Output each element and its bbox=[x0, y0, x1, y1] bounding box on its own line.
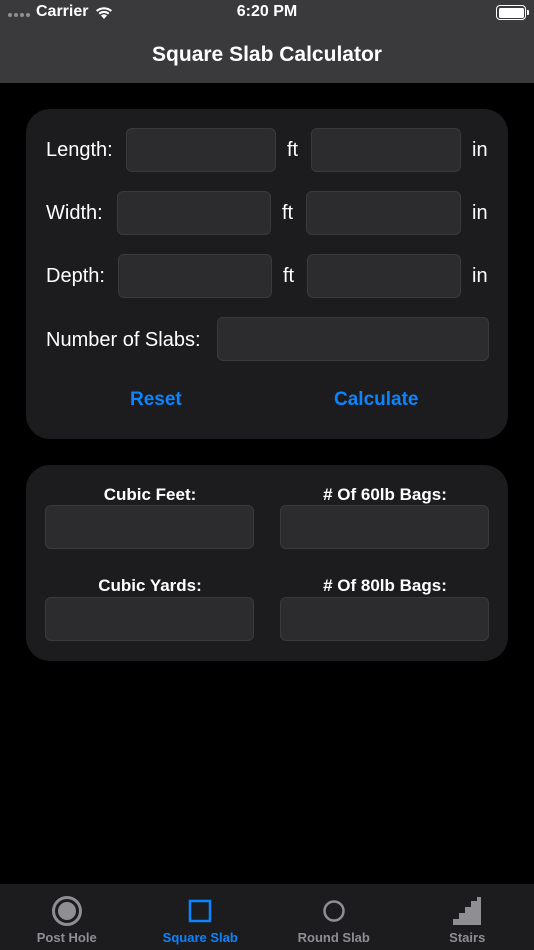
stairs-icon bbox=[451, 895, 483, 927]
depth-ft-unit: ft bbox=[283, 265, 295, 287]
length-ft-input[interactable] bbox=[126, 128, 276, 172]
depth-in-unit: in bbox=[472, 265, 488, 287]
width-label: Width: bbox=[46, 202, 103, 224]
length-ft-unit: ft bbox=[287, 139, 299, 161]
reset-button[interactable]: Reset bbox=[130, 388, 182, 412]
page-title: Square Slab Calculator bbox=[152, 42, 382, 66]
width-ft-input[interactable] bbox=[117, 191, 271, 235]
bags60-label: # Of 60lb Bags: bbox=[323, 485, 447, 504]
bags60-output bbox=[280, 505, 489, 549]
input-card: Length: ft in Width: ft in Depth: ft in … bbox=[26, 109, 508, 439]
depth-label: Depth: bbox=[46, 265, 105, 287]
slabs-label: Number of Slabs: bbox=[46, 329, 201, 351]
tab-stairs[interactable]: Stairs bbox=[401, 884, 534, 950]
status-bar: Carrier 6:20 PM bbox=[0, 0, 534, 26]
cubic-yards-label: Cubic Yards: bbox=[98, 576, 202, 595]
slabs-input[interactable] bbox=[217, 317, 489, 361]
depth-ft-input[interactable] bbox=[118, 254, 272, 298]
tab-round-slab-label: Round Slab bbox=[297, 930, 370, 945]
nav-bar: Square Slab Calculator bbox=[0, 26, 534, 83]
depth-in-input[interactable] bbox=[307, 254, 461, 298]
width-in-input[interactable] bbox=[306, 191, 461, 235]
tab-stairs-label: Stairs bbox=[449, 930, 486, 945]
cubic-feet-output bbox=[45, 505, 254, 549]
length-label: Length: bbox=[46, 139, 113, 161]
tab-square-slab-label: Square Slab bbox=[162, 930, 238, 945]
length-in-input[interactable] bbox=[311, 128, 461, 172]
tab-square-slab[interactable]: Square Slab bbox=[134, 884, 268, 950]
length-in-unit: in bbox=[472, 139, 488, 161]
app-screen: Carrier 6:20 PM Square Slab Calculator L… bbox=[0, 0, 534, 950]
square-slab-icon bbox=[184, 895, 216, 927]
calculate-button[interactable]: Calculate bbox=[334, 388, 418, 412]
post-hole-icon bbox=[51, 895, 83, 927]
battery-icon bbox=[496, 5, 529, 20]
result-card: Cubic Feet: # Of 60lb Bags: Cubic Yards:… bbox=[26, 465, 508, 661]
cubic-yards-output bbox=[45, 597, 254, 641]
round-slab-icon bbox=[318, 895, 350, 927]
width-in-unit: in bbox=[472, 202, 488, 224]
tab-round-slab[interactable]: Round Slab bbox=[267, 884, 401, 950]
bags80-label: # Of 80lb Bags: bbox=[323, 576, 447, 595]
width-ft-unit: ft bbox=[282, 202, 294, 224]
tab-post-hole[interactable]: Post Hole bbox=[0, 884, 134, 950]
tab-bar: Post Hole Square Slab Round Slab Stairs bbox=[0, 884, 534, 950]
tab-post-hole-label: Post Hole bbox=[36, 930, 97, 945]
cubic-feet-label: Cubic Feet: bbox=[103, 485, 197, 504]
status-time: 6:20 PM bbox=[236, 3, 298, 20]
bags80-output bbox=[280, 597, 489, 641]
